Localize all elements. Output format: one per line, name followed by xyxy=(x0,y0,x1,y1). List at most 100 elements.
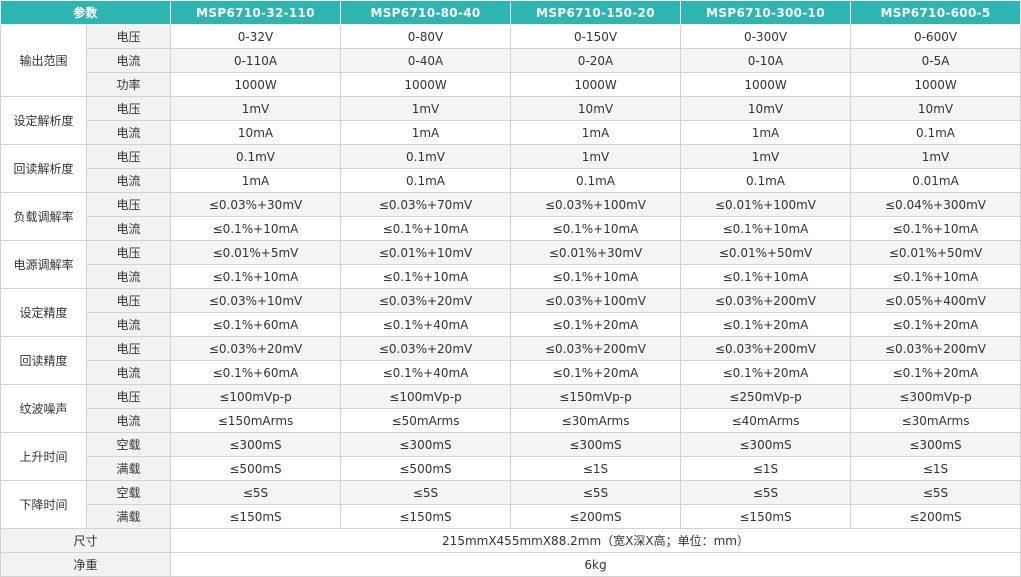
param-sub-label: 电流 xyxy=(85,168,172,193)
spec-value-cell: 0-150V xyxy=(510,24,682,49)
spec-value-cell: ≤40mArms xyxy=(680,408,852,433)
spec-value-cell: ≤150mVp-p xyxy=(510,384,682,409)
spec-value-cell: ≤0.1%+10mA xyxy=(340,264,512,289)
param-sub-label: 满载 xyxy=(85,504,172,529)
spec-value-cell: ≤0.03%+200mV xyxy=(510,336,682,361)
spec-value-cell: ≤150mArms xyxy=(170,408,342,433)
param-sub-label: 电压 xyxy=(85,240,172,265)
spec-value-cell: ≤100mVp-p xyxy=(340,384,512,409)
spec-value-cell: 1000W xyxy=(170,72,342,97)
spec-value-cell: ≤0.01%+50mV xyxy=(680,240,852,265)
spec-value-cell: ≤5S xyxy=(680,480,852,505)
spec-value-cell: ≤0.01%+50mV xyxy=(850,240,1021,265)
table-row: 电流 ≤0.1%+60mA ≤0.1%+40mA ≤0.1%+20mA ≤0.1%+20… xyxy=(1,312,1021,337)
param-group-label: 负载调解率 xyxy=(0,192,87,241)
spec-value-cell: 0-80V xyxy=(340,24,512,49)
spec-value-cell: ≤0.01%+100mV xyxy=(680,192,852,217)
param-sub-label: 电流 xyxy=(85,360,172,385)
spec-value-cell: 1mV xyxy=(680,144,852,169)
spec-table-body: 输出范围 电压 0-32V 0-80V 0-150V 0-300V 0-600V 电流 0-11… xyxy=(0,24,1021,577)
spec-value-cell: ≤0.1%+10mA xyxy=(510,216,682,241)
param-sub-label: 电流 xyxy=(85,48,172,73)
table-row: 电源调解率 电压 ≤0.01%+5mV ≤0.01%+10mV ≤0.01%+30mV ≤… xyxy=(0,240,1021,289)
spec-value-cell: ≤250mVp-p xyxy=(680,384,852,409)
spec-value-cell: ≤0.1%+10mA xyxy=(170,264,342,289)
spec-value-cell: 1000W xyxy=(340,72,512,97)
table-row: 满载 ≤500mS ≤500mS ≤1S ≤1S ≤1S xyxy=(1,456,1021,481)
spec-value-cell: ≤0.03%+20mV xyxy=(340,288,512,313)
header-model: MSP6710-150-20 xyxy=(510,0,682,25)
param-sub-label: 电压 xyxy=(85,192,172,217)
spec-value-cell: 0-300V xyxy=(680,24,852,49)
param-sub-label: 电流 xyxy=(85,264,172,289)
spec-value-cell: 0.1mV xyxy=(340,144,512,169)
param-sub-label: 电压 xyxy=(85,384,172,409)
spec-value-cell: ≤0.1%+10mA xyxy=(850,216,1021,241)
param-sub-label: 功率 xyxy=(85,72,172,97)
spec-value-cell: ≤300mS xyxy=(170,432,342,457)
spec-value-cell: 1mA xyxy=(340,120,512,145)
spec-value-cell: ≤0.1%+40mA xyxy=(340,312,512,337)
table-row: 上升时间 空载 ≤300mS ≤300mS ≤300mS ≤300mS ≤300mS xyxy=(0,432,1021,481)
spec-value-cell: 1000W xyxy=(510,72,682,97)
param-group-label: 上升时间 xyxy=(0,432,87,481)
spec-value-cell: ≤300mVp-p xyxy=(850,384,1021,409)
table-row: 下降时间 空载 ≤5S ≤5S ≤5S ≤5S ≤5S xyxy=(0,480,1021,529)
param-sub-label: 电流 xyxy=(85,312,172,337)
spec-value-cell: ≤5S xyxy=(170,480,342,505)
spec-value-cell: ≤0.1%+20mA xyxy=(680,312,852,337)
spec-value-cell: ≤0.03%+100mV xyxy=(510,192,682,217)
param-sub-label: 电流 xyxy=(85,408,172,433)
table-row: 电流 ≤150mArms ≤50mArms ≤30mArms ≤40mArms ≤30mA… xyxy=(1,408,1021,433)
footer-label: 尺寸 xyxy=(0,528,172,553)
spec-value-cell: ≤500mS xyxy=(340,456,512,481)
spec-value-cell: 0-40A xyxy=(340,48,512,73)
spec-value-cell: 0.1mA xyxy=(340,168,512,193)
header-model: MSP6710-32-110 xyxy=(170,0,342,25)
table-row: 电流 ≤0.1%+60mA ≤0.1%+40mA ≤0.1%+20mA ≤0.1%+20… xyxy=(1,360,1021,385)
header-model: MSP6710-600-5 xyxy=(850,0,1021,25)
spec-value-cell: ≤0.03%+200mV xyxy=(680,288,852,313)
table-row: 电流 ≤0.1%+10mA ≤0.1%+10mA ≤0.1%+10mA ≤0.1%+10… xyxy=(1,264,1021,289)
table-row: 电流 10mA 1mA 1mA 1mA 0.1mA xyxy=(1,120,1021,145)
spec-value-cell: 0.1mA xyxy=(510,168,682,193)
spec-value-cell: ≤0.03%+20mV xyxy=(170,336,342,361)
table-row: 负载调解率 电压 ≤0.03%+30mV ≤0.03%+70mV ≤0.03%+100m… xyxy=(0,192,1021,241)
spec-value-cell: ≤300mS xyxy=(340,432,512,457)
spec-value-cell: ≤0.04%+300mV xyxy=(850,192,1021,217)
spec-value-cell: ≤0.03%+30mV xyxy=(170,192,342,217)
spec-value-cell: ≤500mS xyxy=(170,456,342,481)
param-group-label: 输出范围 xyxy=(0,24,87,97)
spec-value-cell: 10mV xyxy=(680,96,852,121)
spec-table: 参数 MSP6710-32-110 MSP6710-80-40 MSP6710-… xyxy=(0,0,1021,577)
table-row: 满载 ≤150mS ≤150mS ≤200mS ≤150mS ≤200mS xyxy=(1,504,1021,529)
spec-value-cell: ≤150mS xyxy=(340,504,512,529)
spec-value-cell: ≤0.1%+10mA xyxy=(340,216,512,241)
spec-value-cell: ≤0.05%+400mV xyxy=(850,288,1021,313)
spec-value-cell: 1mA xyxy=(680,120,852,145)
footer-label: 净重 xyxy=(0,552,172,577)
param-sub-label: 电压 xyxy=(85,24,172,49)
spec-value-cell: ≤0.1%+10mA xyxy=(850,264,1021,289)
spec-value-cell: ≤0.1%+20mA xyxy=(680,360,852,385)
param-group-label: 设定解析度 xyxy=(0,96,87,145)
spec-value-cell: 1mV xyxy=(850,144,1021,169)
spec-value-cell: 0-10A xyxy=(680,48,852,73)
param-group-label: 回读解析度 xyxy=(0,144,87,193)
spec-value-cell: ≤0.03%+10mV xyxy=(170,288,342,313)
spec-value-cell: ≤0.1%+60mA xyxy=(170,312,342,337)
header-model: MSP6710-80-40 xyxy=(340,0,512,25)
spec-value-cell: 0-600V xyxy=(850,24,1021,49)
spec-value-cell: ≤100mVp-p xyxy=(170,384,342,409)
spec-value-cell: ≤0.1%+40mA xyxy=(340,360,512,385)
spec-value-cell: ≤0.03%+200mV xyxy=(680,336,852,361)
spec-value-cell: 0-32V xyxy=(170,24,342,49)
spec-value-cell: ≤1S xyxy=(510,456,682,481)
param-group-label: 电源调解率 xyxy=(0,240,87,289)
spec-value-cell: 0.01mA xyxy=(850,168,1021,193)
spec-value-cell: ≤300mS xyxy=(510,432,682,457)
spec-value-cell: ≤0.1%+20mA xyxy=(850,360,1021,385)
param-sub-label: 电流 xyxy=(85,120,172,145)
table-row: 电流 1mA 0.1mA 0.1mA 0.1mA 0.01mA xyxy=(1,168,1021,193)
spec-value-cell: ≤0.1%+10mA xyxy=(680,264,852,289)
